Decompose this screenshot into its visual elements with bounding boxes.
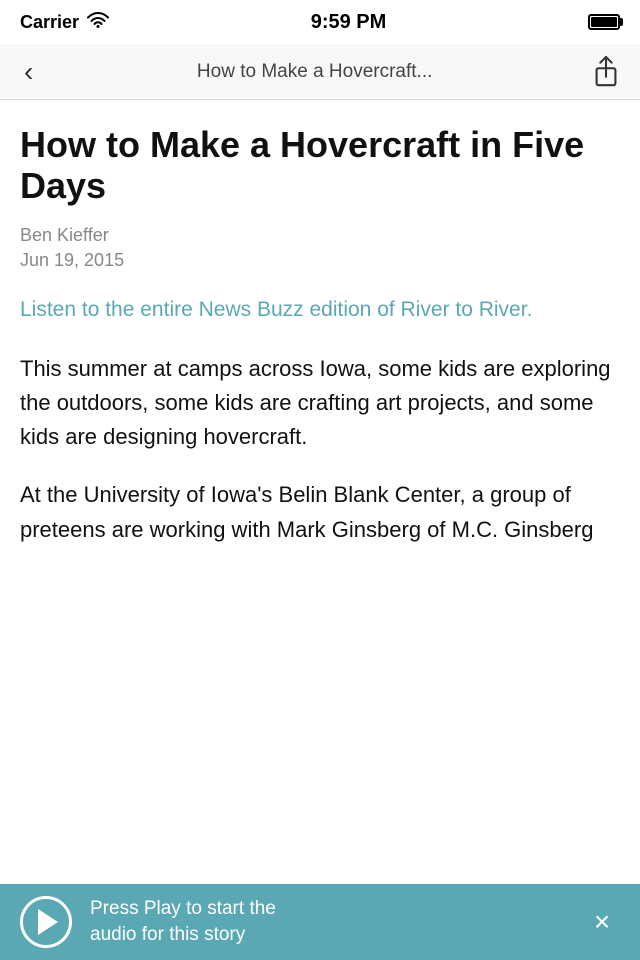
- share-button[interactable]: [588, 54, 624, 90]
- article-content: How to Make a Hovercraft in Five Days Be…: [0, 100, 640, 884]
- close-button[interactable]: ×: [584, 904, 620, 940]
- battery-icon: [588, 14, 620, 30]
- play-button[interactable]: [20, 896, 72, 948]
- play-icon: [38, 909, 58, 935]
- audio-player-bar: Press Play to start the audio for this s…: [0, 884, 640, 960]
- article-date: Jun 19, 2015: [20, 250, 620, 271]
- nav-title: How to Make a Hovercraft...: [41, 61, 588, 83]
- article-link[interactable]: Listen to the entire News Buzz edition o…: [20, 295, 620, 324]
- status-left: Carrier: [20, 12, 109, 33]
- body-paragraph-2: At the University of Iowa's Belin Blank …: [20, 478, 620, 546]
- article-title: How to Make a Hovercraft in Five Days: [20, 124, 620, 207]
- navigation-bar: ‹ How to Make a Hovercraft...: [0, 44, 640, 100]
- status-right: [588, 14, 620, 30]
- status-bar: Carrier 9:59 PM: [0, 0, 640, 44]
- audio-text: Press Play to start the audio for this s…: [90, 896, 566, 947]
- wifi-icon: [87, 12, 109, 33]
- audio-text-line2: audio for this story: [90, 924, 245, 945]
- body-paragraph-1: This summer at camps across Iowa, some k…: [20, 352, 620, 454]
- back-button[interactable]: ‹: [16, 54, 41, 90]
- audio-text-line1: Press Play to start the: [90, 898, 276, 919]
- carrier-label: Carrier: [20, 12, 79, 33]
- article-body: This summer at camps across Iowa, some k…: [20, 352, 620, 546]
- status-time: 9:59 PM: [109, 11, 588, 34]
- article-author: Ben Kieffer: [20, 225, 620, 246]
